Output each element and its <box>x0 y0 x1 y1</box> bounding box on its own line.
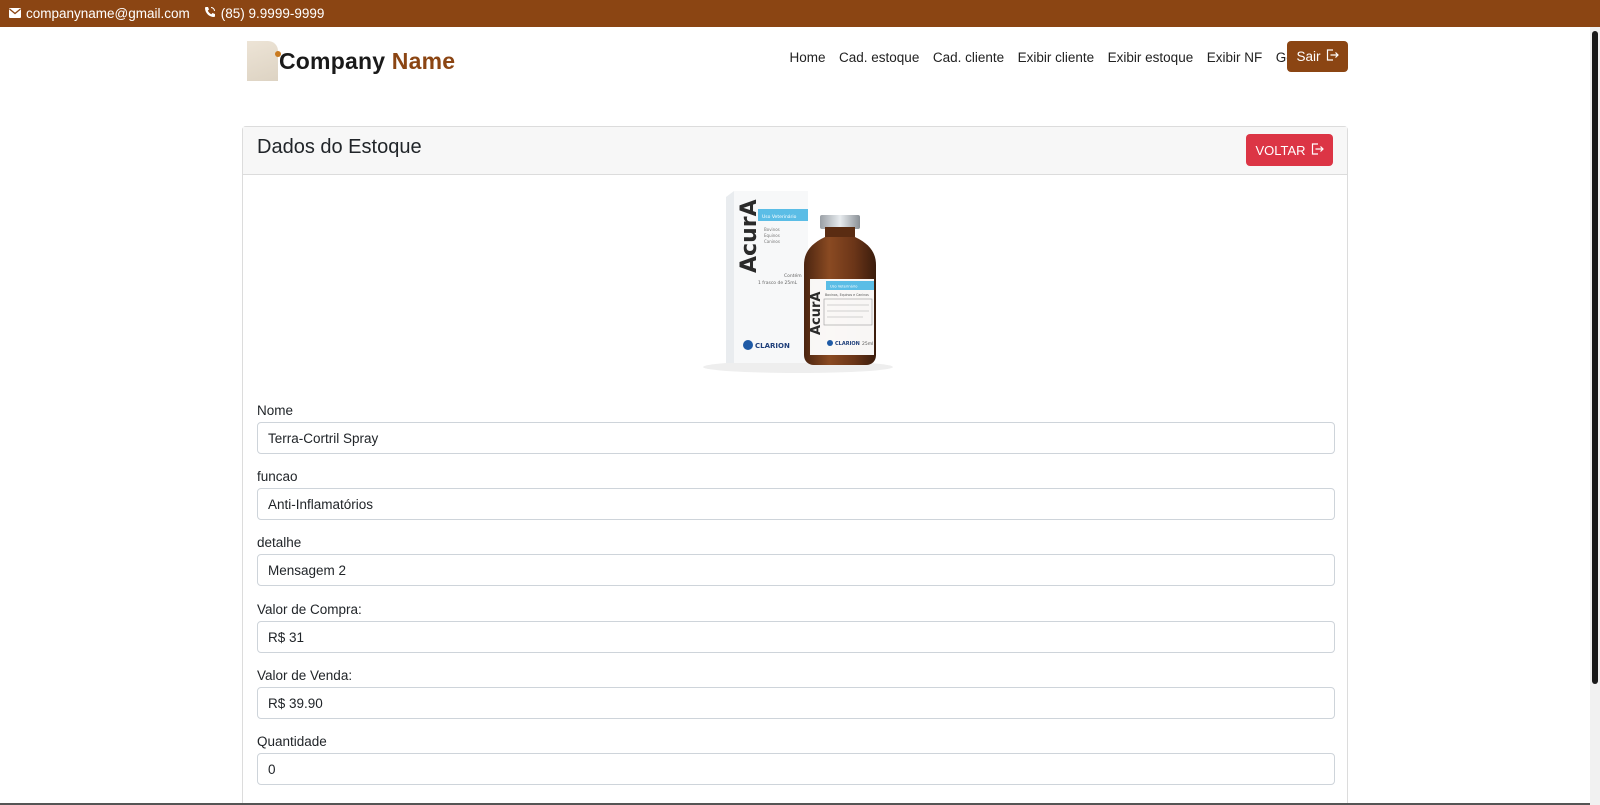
envelope-icon <box>9 6 26 21</box>
company-logo <box>247 41 281 81</box>
email-contact: companyname@gmail.com <box>9 6 190 21</box>
bottle-maker-text: CLARION <box>835 341 860 347</box>
stock-details-card: Dados do Estoque VOLTAR Uso Veterinário … <box>242 126 1348 805</box>
bottle-species-text: Bovinos, Equinos e Caninos <box>825 293 869 297</box>
quantidade-input[interactable]: 0 <box>257 753 1335 785</box>
box-content-1: Contém <box>784 272 802 279</box>
card-header: Dados do Estoque VOLTAR <box>243 127 1347 175</box>
field-detalhe: detalhe Mensagem 2 <box>257 535 1335 586</box>
box-maker-text: CLARION <box>755 342 790 350</box>
scrollbar-thumb[interactable] <box>1592 31 1598 684</box>
detalhe-label: detalhe <box>257 535 302 550</box>
valor-venda-label: Valor de Venda: <box>257 668 353 683</box>
phone-icon <box>204 6 221 21</box>
field-valor-compra: Valor de Compra: R$ 31 <box>257 602 1335 653</box>
funcao-input[interactable]: Anti-Inflamatórios <box>257 488 1335 520</box>
company-name: Company Name <box>279 48 455 75</box>
nav-exibir-cliente[interactable]: Exibir cliente <box>1018 50 1095 65</box>
box-brand-text: AcurA <box>737 199 762 273</box>
field-valor-venda: Valor de Venda: R$ 39.90 <box>257 668 1335 719</box>
phone-contact: (85) 9.9999-9999 <box>204 6 325 21</box>
nav-exibir-estoque[interactable]: Exibir estoque <box>1108 50 1194 65</box>
box-content-2: 1 frasco de 25mL <box>758 280 798 286</box>
back-label: VOLTAR <box>1255 142 1306 158</box>
bottle-tag-text: Uso Veterinário <box>830 285 857 289</box>
valor-compra-input[interactable]: R$ 31 <box>257 621 1335 653</box>
email-text: companyname@gmail.com <box>26 6 190 21</box>
brand-logo-link[interactable]: Company Name <box>247 40 455 82</box>
page-scrollbar[interactable] <box>1590 27 1600 805</box>
nome-input[interactable]: Terra-Cortril Spray <box>257 422 1335 454</box>
company-name-part1: Company <box>279 47 386 74</box>
nav-cad-cliente[interactable]: Cad. cliente <box>933 50 1004 65</box>
funcao-label: funcao <box>257 469 298 484</box>
page-title: Dados do Estoque <box>257 136 422 158</box>
main-nav: Home Cad. estoque Cad. cliente Exibir cl… <box>776 46 1333 68</box>
nome-label: Nome <box>257 403 294 418</box>
detalhe-input[interactable]: Mensagem 2 <box>257 554 1335 586</box>
box-species-3: Caninos <box>764 239 780 244</box>
nav-cad-estoque[interactable]: Cad. estoque <box>839 50 919 65</box>
nav-home[interactable]: Home <box>790 50 826 65</box>
bottle-brand-text: AcurA <box>809 292 824 336</box>
company-name-part2: Name <box>391 47 456 74</box>
phone-text: (85) 9.9999-9999 <box>220 6 325 21</box>
logout-button[interactable]: Sair <box>1287 41 1348 72</box>
box-species-1: Bovinos <box>764 227 780 232</box>
logout-label: Sair <box>1296 49 1321 64</box>
quantidade-label: Quantidade <box>257 734 327 749</box>
field-funcao: funcao Anti-Inflamatórios <box>257 469 1335 520</box>
box-tag-text: Uso Veterinário <box>762 213 797 220</box>
bottle-volume-text: 25ml <box>862 341 873 347</box>
exit-icon <box>1306 142 1324 158</box>
field-quantidade: Quantidade 0 <box>257 734 1335 785</box>
valor-compra-label: Valor de Compra: <box>257 602 362 617</box>
field-nome: Nome Terra-Cortril Spray <box>257 403 1335 454</box>
back-button[interactable]: VOLTAR <box>1246 134 1333 166</box>
product-image: Uso Veterinário Bovinos Equinos Caninos … <box>703 191 893 373</box>
valor-venda-input[interactable]: R$ 39.90 <box>257 687 1335 719</box>
nav-exibir-nf[interactable]: Exibir NF <box>1207 50 1263 65</box>
logout-icon <box>1321 49 1339 64</box>
top-contact-bar: companyname@gmail.com (85) 9.9999-9999 <box>0 0 1600 27</box>
box-species-2: Equinos <box>764 233 780 238</box>
